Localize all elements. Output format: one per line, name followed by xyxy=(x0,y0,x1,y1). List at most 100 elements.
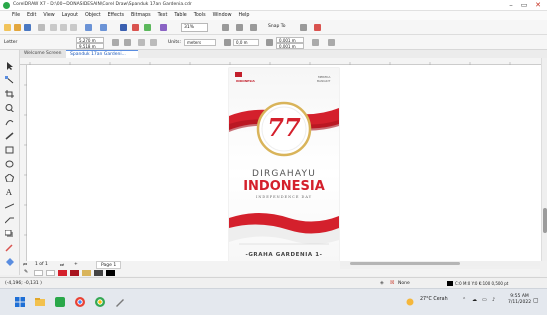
copy-icon[interactable] xyxy=(60,24,67,31)
quick-customize-icon[interactable] xyxy=(312,39,319,46)
vertical-scroll-thumb[interactable] xyxy=(543,208,547,233)
swatch-dark-gray[interactable] xyxy=(94,270,103,276)
menu-tools[interactable]: Tools xyxy=(194,13,206,18)
network-icon[interactable]: ☁ xyxy=(472,297,477,303)
interactive-fill-icon[interactable] xyxy=(5,258,14,266)
redo-icon[interactable] xyxy=(100,24,107,31)
horizontal-ruler[interactable] xyxy=(20,58,542,65)
import-icon[interactable] xyxy=(132,24,139,31)
connector-tool-icon[interactable] xyxy=(4,216,14,224)
crop-tool-icon[interactable] xyxy=(5,90,14,98)
rectangle-tool-icon[interactable] xyxy=(5,146,14,154)
eyedropper-icon[interactable]: ✎ xyxy=(24,269,28,275)
duplicate-y-field[interactable]: 0,001 m xyxy=(276,43,304,49)
export-icon[interactable] xyxy=(144,24,151,31)
drop-shadow-icon[interactable] xyxy=(4,229,14,238)
parallel-dimension-icon[interactable] xyxy=(4,202,15,210)
portrait-icon[interactable] xyxy=(112,39,119,46)
swatch-gold[interactable] xyxy=(82,270,91,276)
nudge-distance-field[interactable]: 0,0 m xyxy=(233,39,259,46)
windows-start-icon[interactable] xyxy=(14,296,26,308)
pen-app-icon[interactable] xyxy=(114,296,126,308)
cut-icon[interactable] xyxy=(50,24,57,31)
ellipse-tool-icon[interactable] xyxy=(5,160,14,168)
tab-spanduk-file[interactable]: Spanduk 17an Gardeni... xyxy=(66,50,138,58)
open-icon[interactable] xyxy=(14,24,21,31)
menu-file[interactable]: File xyxy=(12,13,20,18)
taskbar-clock[interactable]: 9:55 AM 7/11/2022 xyxy=(508,294,531,306)
first-page-icon[interactable]: ⏮ xyxy=(23,262,27,268)
zoom-level-dropdown[interactable]: 31% xyxy=(181,23,208,32)
last-page-icon[interactable]: ⏭ xyxy=(60,262,64,268)
horizontal-scroll-thumb[interactable] xyxy=(350,262,460,265)
application-launcher-icon[interactable] xyxy=(314,24,321,31)
chrome-icon[interactable] xyxy=(74,296,86,308)
eyedropper-tool-icon[interactable] xyxy=(5,244,14,252)
weather-status[interactable]: 27°C Cerah xyxy=(420,297,448,302)
coreldraw-app-icon xyxy=(3,2,10,9)
current-page-icon[interactable] xyxy=(150,39,157,46)
options-icon[interactable] xyxy=(300,24,307,31)
horizontal-scrollbar[interactable] xyxy=(340,261,540,266)
volume-icon[interactable]: ♪ xyxy=(492,297,495,303)
shape-tool-icon[interactable] xyxy=(5,76,14,84)
units-label: Units: xyxy=(168,40,182,45)
swatch-dark-red[interactable] xyxy=(70,270,79,276)
publish-pdf-icon[interactable] xyxy=(160,24,167,31)
show-grid-icon[interactable] xyxy=(250,24,257,31)
new-document-icon[interactable] xyxy=(4,24,11,31)
swatch-white[interactable] xyxy=(46,270,55,276)
minimize-button[interactable]: – xyxy=(505,1,517,10)
page-navigator: ⏮ 1 of 1 ⏭ + Page 1 xyxy=(20,261,340,269)
landscape-icon[interactable] xyxy=(124,39,131,46)
menu-edit[interactable]: Edit xyxy=(27,13,36,18)
save-icon[interactable] xyxy=(24,24,31,31)
poster-page[interactable]: INDONESIA MEREKA BANGKIT 77 DIRGAHAYU IN… xyxy=(229,68,339,261)
all-pages-icon[interactable] xyxy=(138,39,145,46)
maximize-button[interactable]: ▭ xyxy=(518,1,530,10)
page-size-preset[interactable]: Letter xyxy=(4,40,17,45)
add-page-icon[interactable]: + xyxy=(74,262,78,267)
poster-logo-text: INDONESIA xyxy=(236,79,255,83)
search-content-icon[interactable] xyxy=(120,24,127,31)
close-button[interactable]: ✕ xyxy=(532,1,544,10)
swatch-black[interactable] xyxy=(106,270,115,276)
system-tray-chevron-icon[interactable]: ⌃ xyxy=(462,297,466,303)
full-screen-icon[interactable] xyxy=(222,24,229,31)
swatch-none[interactable] xyxy=(34,270,43,276)
page-tab[interactable]: Page 1 xyxy=(96,261,122,269)
chrome-profile-icon[interactable] xyxy=(94,296,106,308)
text-tool-icon[interactable]: A xyxy=(5,188,14,197)
menu-help[interactable]: Help xyxy=(239,13,250,18)
vertical-ruler[interactable] xyxy=(20,65,27,261)
battery-icon[interactable]: ▭ xyxy=(482,297,487,303)
menu-object[interactable]: Object xyxy=(85,13,101,18)
vertical-scrollbar[interactable] xyxy=(541,58,547,261)
units-dropdown[interactable]: meters xyxy=(184,39,216,46)
menu-bitmaps[interactable]: Bitmaps xyxy=(131,13,151,18)
page-height-field[interactable]: 9,518 m xyxy=(76,43,104,49)
menu-view[interactable]: View xyxy=(43,13,54,18)
tab-welcome-screen[interactable]: Welcome Screen xyxy=(20,50,66,58)
svg-text:A: A xyxy=(5,188,12,196)
menu-text[interactable]: Text xyxy=(158,13,168,18)
polygon-tool-icon[interactable] xyxy=(4,173,15,183)
snap-to-dropdown[interactable]: Snap To xyxy=(268,24,286,29)
menu-table[interactable]: Table xyxy=(174,13,186,18)
undo-icon[interactable] xyxy=(85,24,92,31)
file-explorer-icon[interactable] xyxy=(34,296,46,308)
artistic-media-icon[interactable] xyxy=(5,132,14,140)
show-rulers-icon[interactable] xyxy=(236,24,243,31)
zoom-tool-icon[interactable] xyxy=(5,104,14,113)
add-page-icon[interactable] xyxy=(328,39,335,46)
paste-icon[interactable] xyxy=(70,24,77,31)
print-icon[interactable] xyxy=(38,24,45,31)
swatch-red[interactable] xyxy=(58,270,67,276)
freehand-tool-icon[interactable] xyxy=(5,118,14,126)
menu-layout[interactable]: Layout xyxy=(62,13,78,18)
notifications-icon[interactable]: ▢ xyxy=(533,297,539,304)
coreldraw-taskbar-icon[interactable] xyxy=(54,296,66,308)
pick-tool-icon[interactable] xyxy=(5,62,14,70)
menu-window[interactable]: Window xyxy=(213,13,232,18)
menu-effects[interactable]: Effects xyxy=(108,13,124,18)
